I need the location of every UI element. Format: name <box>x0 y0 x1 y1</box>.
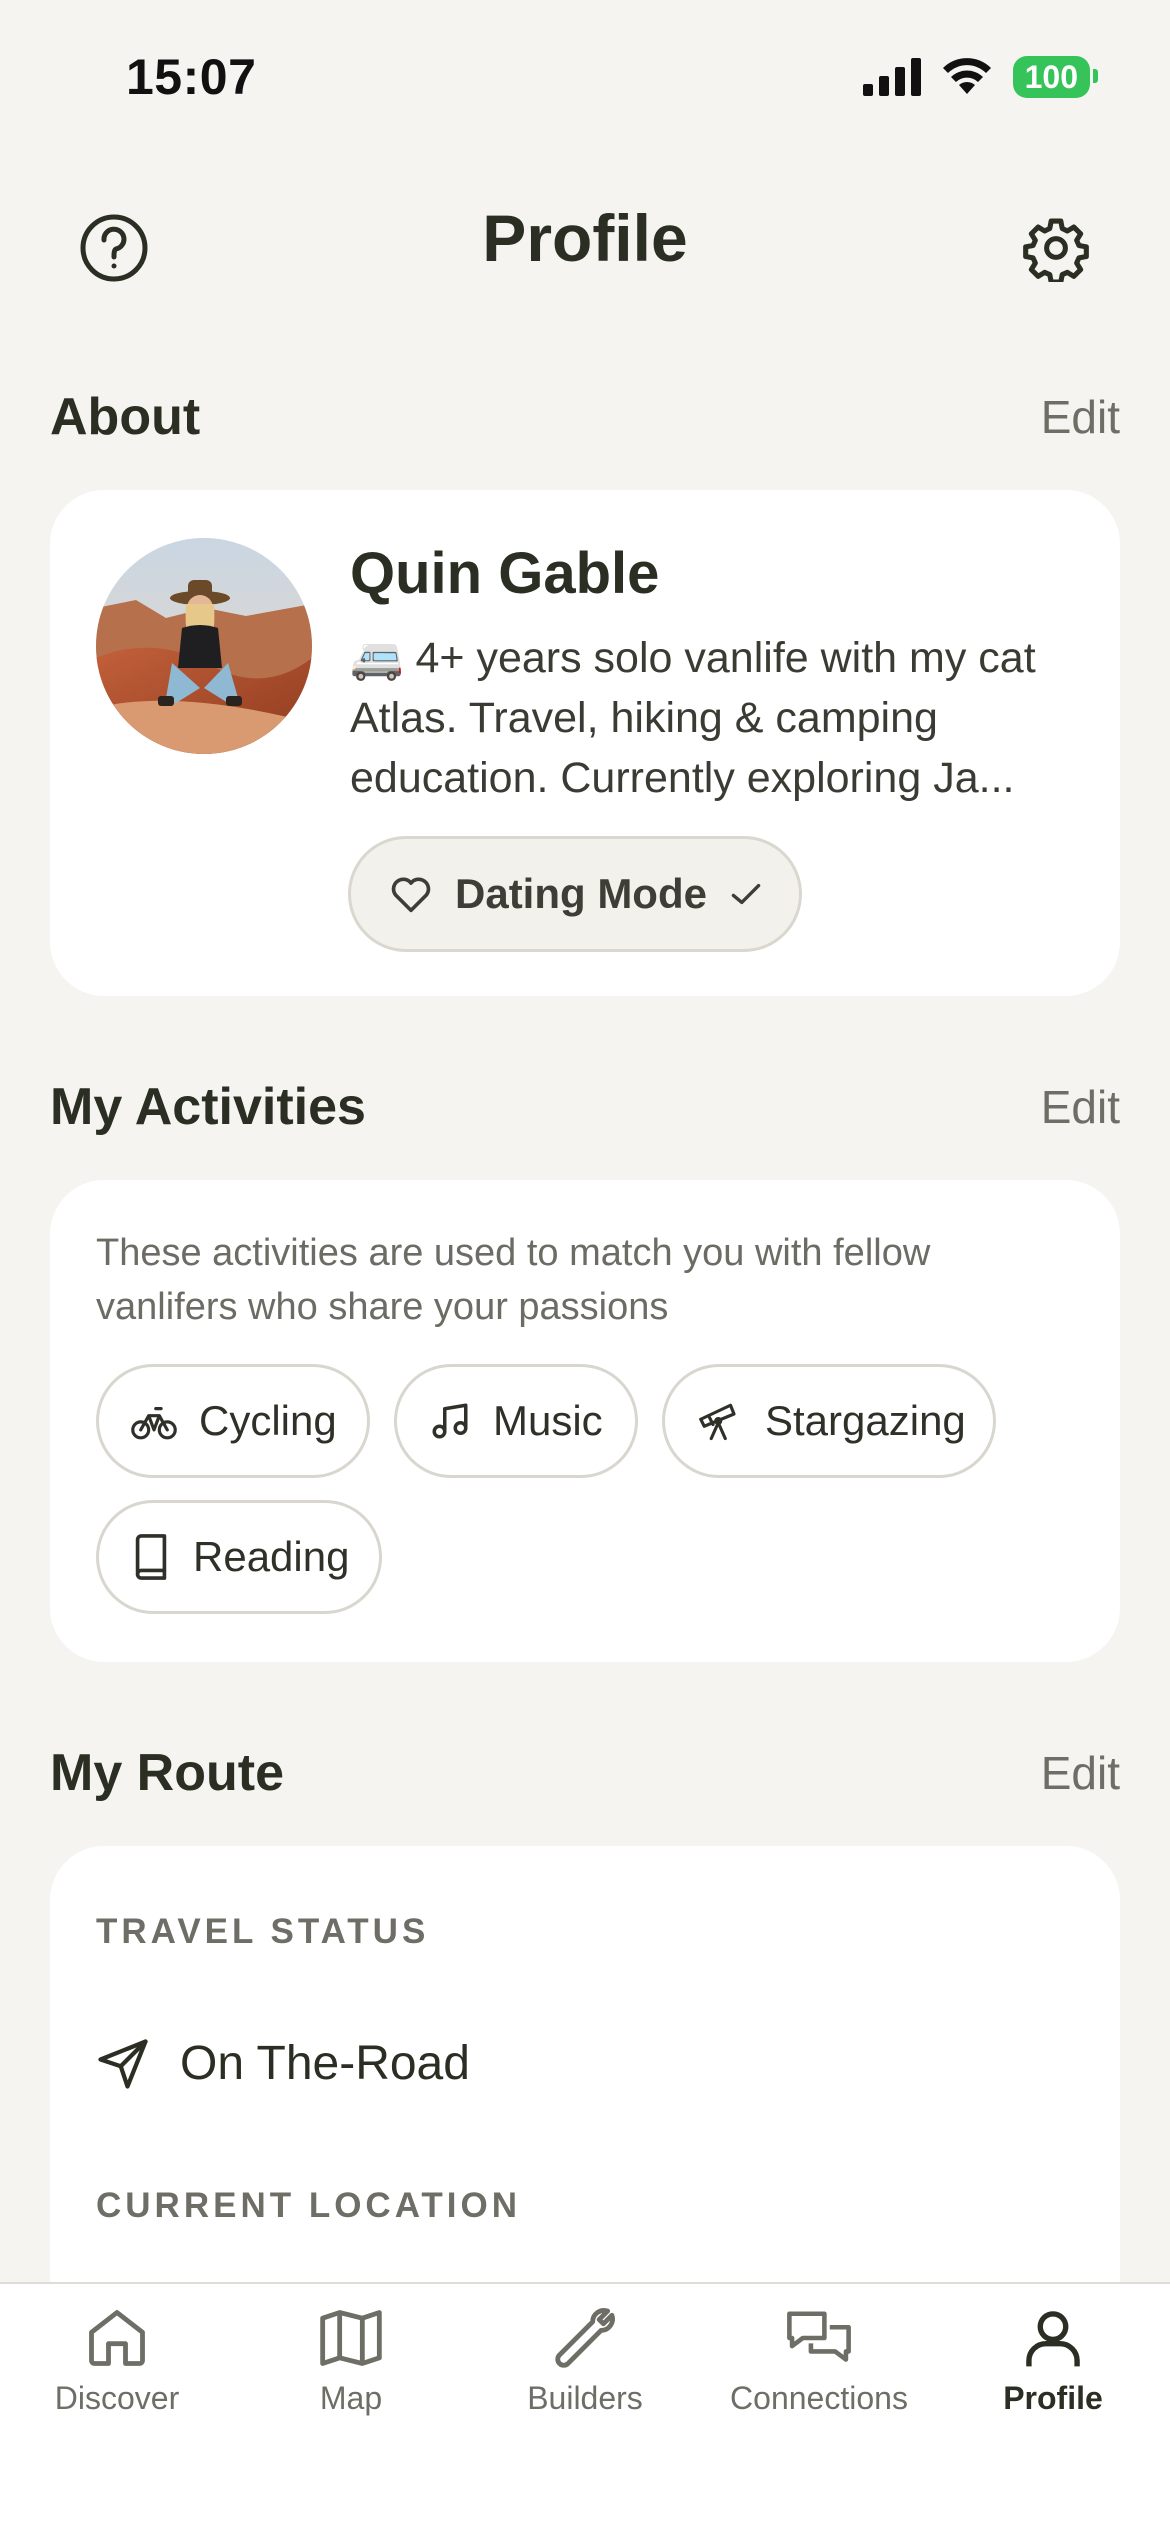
bicycle-icon <box>131 1407 177 1440</box>
user-icon <box>1026 2311 1080 2367</box>
activities-edit-button[interactable]: Edit <box>1041 1080 1120 1134</box>
activity-chip-reading[interactable]: Reading <box>96 1500 382 1614</box>
send-arrow-icon <box>98 2038 148 2089</box>
dating-mode-label: Dating Mode <box>455 870 707 917</box>
activities-title: My Activities <box>50 1078 366 1136</box>
tab-label: Map <box>319 2380 383 2416</box>
gear-icon <box>1023 218 1089 282</box>
page-title: Profile <box>482 201 688 275</box>
heart-icon <box>391 877 431 913</box>
tab-connections[interactable]: Connections <box>702 2304 936 2417</box>
activity-label: Reading <box>193 1533 350 1580</box>
cellular-signal-icon <box>862 58 921 96</box>
status-time: 15:07 <box>126 49 257 105</box>
activity-chip-music[interactable]: Music <box>394 1364 638 1478</box>
tab-map[interactable]: Map <box>234 2304 468 2417</box>
about-title: About <box>50 388 201 446</box>
tab-label: Connections <box>730 2380 908 2416</box>
status-icons: 100 <box>862 56 1099 98</box>
activities-section-header: My Activities Edit <box>50 1072 1120 1142</box>
activity-chip-cycling[interactable]: Cycling <box>96 1364 370 1478</box>
about-edit-button[interactable]: Edit <box>1041 390 1120 444</box>
settings-button[interactable] <box>1016 208 1096 288</box>
battery-indicator: 100 <box>1012 56 1099 98</box>
tab-builders[interactable]: Builders <box>468 2304 702 2417</box>
tab-bar: Discover Map Builders Connections Profil… <box>0 2282 1170 2532</box>
activity-chip-stargazing[interactable]: Stargazing <box>662 1364 996 1478</box>
profile-bio: 🚐 4+ years solo vanlife with my cat Atla… <box>350 634 1036 802</box>
tab-profile[interactable]: Profile <box>936 2304 1170 2417</box>
activities-card: These activities are used to match you w… <box>50 1180 1120 1662</box>
tab-label: Builders <box>527 2380 643 2416</box>
activity-label: Stargazing <box>765 1397 966 1444</box>
tab-label: Profile <box>1003 2380 1103 2416</box>
status-bar: 15:07 100 <box>0 0 1170 150</box>
avatar[interactable] <box>96 538 312 754</box>
activity-label: Music <box>493 1397 603 1444</box>
tab-discover[interactable]: Discover <box>0 2304 234 2417</box>
about-card: Quin Gable 🚐 4+ years solo vanlife with … <box>50 490 1120 996</box>
wifi-icon <box>942 58 991 94</box>
tab-label: Discover <box>54 2380 180 2416</box>
activity-label: Cycling <box>199 1397 337 1444</box>
travel-status-value: On The-Road <box>180 2037 470 2090</box>
book-icon <box>135 1534 167 1580</box>
travel-status-row[interactable]: On The-Road <box>96 2036 470 2091</box>
music-note-icon <box>432 1403 468 1439</box>
route-edit-button[interactable]: Edit <box>1041 1746 1120 1800</box>
route-title: My Route <box>50 1744 284 1802</box>
home-icon <box>89 2310 145 2366</box>
nav-header: Profile <box>0 190 1170 300</box>
travel-status-label: TRAVEL STATUS <box>96 1912 430 1951</box>
chat-icon <box>787 2311 851 2362</box>
current-location-label: CURRENT LOCATION <box>96 2186 521 2225</box>
avatar-photo <box>96 538 312 754</box>
about-section-header: About Edit <box>50 382 1120 452</box>
checkmark-icon <box>731 883 761 905</box>
dating-mode-toggle[interactable]: Dating Mode <box>348 836 802 952</box>
route-section-header: My Route Edit <box>50 1738 1120 1808</box>
activities-description: These activities are used to match you w… <box>96 1232 931 1328</box>
telescope-icon <box>699 1403 736 1441</box>
map-icon <box>320 2310 382 2366</box>
profile-name: Quin Gable <box>350 541 660 606</box>
wrench-icon <box>555 2308 615 2368</box>
